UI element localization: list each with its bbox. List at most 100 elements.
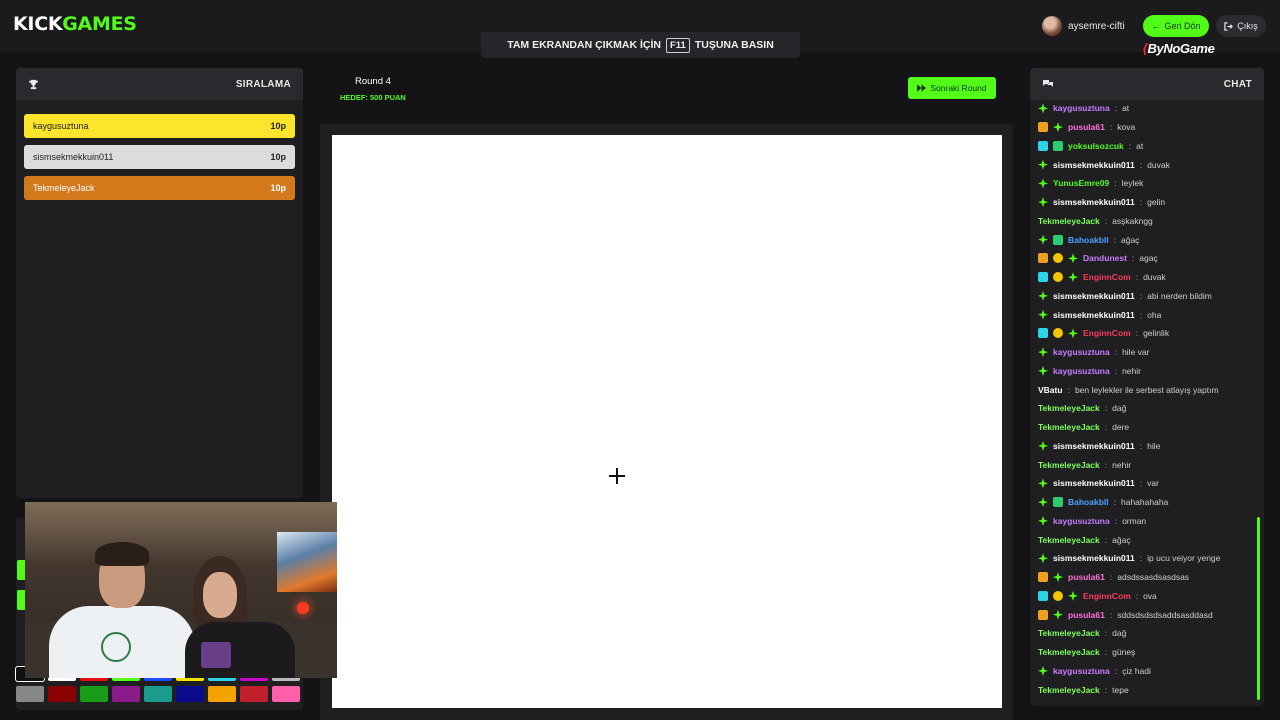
chat-username[interactable]: TekmeleyeJack [1038, 535, 1100, 545]
chat-text: ip ucu veiyor yenge [1147, 553, 1221, 564]
crown-badge-icon [1038, 572, 1048, 583]
chat-username[interactable]: TekmeleyeJack [1038, 422, 1100, 432]
chat-username[interactable]: pusula61 [1068, 572, 1105, 582]
chat-separator: : [1114, 365, 1118, 376]
chat-username[interactable]: sismsekmekkuin011 [1053, 441, 1135, 451]
chat-username[interactable]: kaygusuztuna [1053, 666, 1110, 676]
sub-badge-icon [1038, 365, 1048, 376]
color-swatch[interactable] [208, 686, 236, 702]
game-badge-icon [1038, 328, 1048, 339]
chat-username[interactable]: sismsekmekkuin011 [1053, 197, 1135, 207]
chat-text: güneş [1112, 647, 1136, 658]
chat-separator: : [1139, 553, 1143, 564]
player-score: 10p [270, 183, 286, 193]
chat-separator: : [1128, 140, 1132, 151]
chat-username[interactable]: TekmeleyeJack [1038, 460, 1100, 470]
chat-username[interactable]: VBatu [1038, 385, 1063, 395]
chat-text: orman [1122, 515, 1147, 526]
kickgames-logo[interactable]: KICKGAMES [13, 13, 137, 35]
webcam-tv [277, 532, 337, 592]
chat-message: VBatu: ben leylekler ile serbest atlayış … [1038, 380, 1256, 399]
chat-text: kova [1117, 122, 1136, 133]
chat-username[interactable]: kaygusuztuna [1053, 347, 1110, 357]
chat-username[interactable]: sismsekmekkuin011 [1053, 310, 1135, 320]
chat-username[interactable]: TekmeleyeJack [1038, 216, 1100, 226]
chat-username[interactable]: EnginnCom [1083, 272, 1131, 282]
coin-badge-icon [1053, 272, 1063, 283]
color-swatch[interactable] [48, 686, 76, 702]
chat-username[interactable]: pusula61 [1068, 122, 1105, 132]
exit-button[interactable]: Çıkış [1216, 15, 1266, 37]
webcam-overlay [25, 502, 337, 678]
round-info: Round 4 HEDEF: 500 PUAN [340, 64, 406, 102]
chat-scrollbar-thumb[interactable] [1257, 517, 1260, 700]
sub-badge-icon [1068, 590, 1078, 601]
chat-username[interactable]: TekmeleyeJack [1038, 647, 1100, 657]
leaderboard-panel: SIRALAMA kaygusuztuna 10p sismsekmekkuin01… [16, 68, 303, 498]
player-name: sismsekmekkuin011 [33, 152, 114, 162]
chat-username[interactable]: Dandunest [1083, 253, 1127, 263]
chat-username[interactable]: Bahoakbll [1068, 235, 1109, 245]
chat-message: Bahoakbll: ağaç [1038, 230, 1256, 249]
user-profile[interactable]: aysemre-cifti [1042, 16, 1125, 36]
chat-separator: : [1114, 665, 1118, 676]
chat-messages[interactable]: kaygusuztuna: at pusula61: kova yoksulsozcuk… [1030, 99, 1256, 699]
leaderboard-title: SIRALAMA [235, 78, 291, 90]
chat-separator: : [1139, 290, 1143, 301]
sub-badge-icon [1038, 478, 1048, 489]
coin-badge-icon [1053, 590, 1063, 601]
color-swatch[interactable] [144, 686, 172, 702]
chat-message: TekmeleyeJack: güneş [1038, 643, 1256, 662]
chat-text: adsdssasdsasdsas [1117, 572, 1190, 583]
chat-username[interactable]: sismsekmekkuin011 [1053, 478, 1135, 488]
chat-text: duvak [1147, 159, 1170, 170]
chat-username[interactable]: sismsekmekkuin011 [1053, 160, 1135, 170]
chat-message: pusula61: adsdssasdsasdsas [1038, 568, 1256, 587]
chat-username[interactable]: sismsekmekkuin011 [1053, 291, 1135, 301]
chat-username[interactable]: TekmeleyeJack [1038, 685, 1100, 695]
next-round-label: Sonraki Round [930, 83, 987, 93]
color-swatch[interactable] [16, 686, 44, 702]
color-swatch[interactable] [80, 686, 108, 702]
leaderboard-header: SIRALAMA [16, 68, 303, 100]
chat-username[interactable]: EnginnCom [1083, 328, 1131, 338]
chat-text: çiz hadi [1122, 665, 1151, 676]
chat-username[interactable]: sismsekmekkuin011 [1053, 553, 1135, 563]
chat-username[interactable]: TekmeleyeJack [1038, 403, 1100, 413]
chat-text: dere [1112, 422, 1130, 433]
chat-message: kaygusuztuna: çiz hadi [1038, 662, 1256, 681]
chat-username[interactable]: EnginnCom [1083, 591, 1131, 601]
chat-username[interactable]: kaygusuztuna [1053, 103, 1110, 113]
chat-panel: CHAT kaygusuztuna: at pusula61: kova yoksuls… [1030, 68, 1264, 706]
chat-text: asşkakngg [1112, 215, 1153, 226]
next-round-button[interactable]: Sonraki Round [908, 77, 996, 99]
drawing-canvas[interactable] [332, 135, 1002, 708]
chat-username[interactable]: kaygusuztuna [1053, 366, 1110, 376]
chat-text: at [1136, 140, 1144, 151]
chat-message: Dandunest: agaç [1038, 249, 1256, 268]
chat-text: hahahahaha [1121, 497, 1169, 508]
sub-badge-icon [1038, 103, 1048, 114]
chat-username[interactable]: TekmeleyeJack [1038, 628, 1100, 638]
chat-username[interactable]: pusula61 [1068, 610, 1105, 620]
chat-text: oha [1147, 309, 1162, 320]
sub-badge-icon [1038, 347, 1048, 358]
color-swatch[interactable] [176, 686, 204, 702]
gift-badge-icon [1053, 140, 1063, 151]
color-swatch[interactable] [112, 686, 140, 702]
chat-username[interactable]: yoksulsozcuk [1068, 141, 1124, 151]
chat-username[interactable]: YunusEmre09 [1053, 178, 1109, 188]
chat-separator: : [1113, 497, 1116, 508]
chat-message: kaygusuztuna: orman [1038, 512, 1256, 531]
chat-message: kaygusuztuna: nehir [1038, 362, 1256, 381]
chat-message: Bahoakbll: hahahahaha [1038, 493, 1256, 512]
chat-text: ağaç [1121, 234, 1140, 245]
back-button[interactable]: ← Geri Dön [1143, 15, 1209, 37]
color-swatch[interactable] [240, 686, 268, 702]
color-swatch[interactable] [272, 686, 300, 702]
back-button-label: Geri Dön [1164, 21, 1201, 31]
chat-username[interactable]: Bahoakbll [1068, 497, 1109, 507]
leaderboard-row: sismsekmekkuin011 10p [24, 145, 295, 169]
chat-separator: : [1104, 628, 1108, 639]
chat-username[interactable]: kaygusuztuna [1053, 516, 1110, 526]
